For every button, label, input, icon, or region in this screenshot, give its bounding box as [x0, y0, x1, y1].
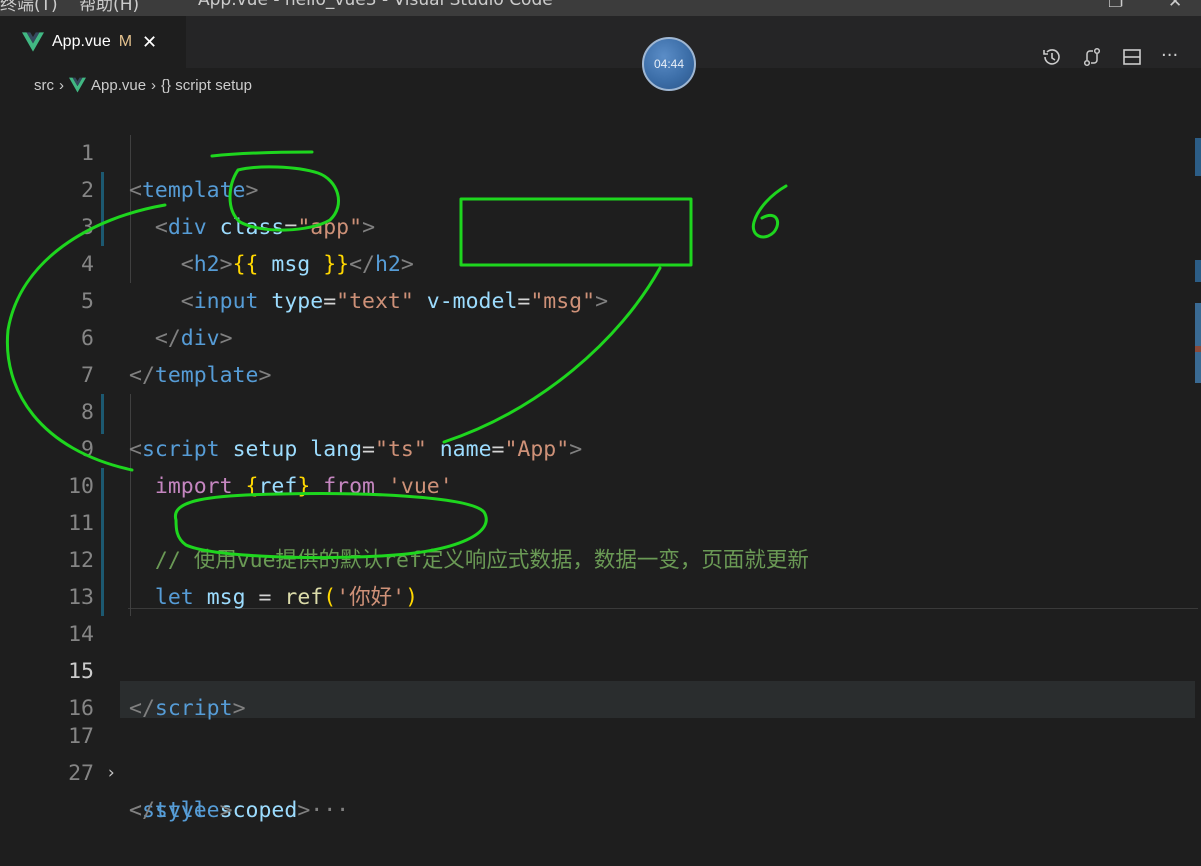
- chevron-right-icon: ›: [151, 76, 157, 94]
- vue-file-icon: [69, 77, 86, 93]
- menu-bar: 终端(T) 帮助(H): [0, 0, 155, 15]
- title-bar: 终端(T) 帮助(H) App.vue - hello_vue3 - Visua…: [0, 0, 1201, 16]
- scroll-marker: [1195, 346, 1201, 352]
- tab-app-vue[interactable]: App.vue M ✕: [0, 16, 186, 68]
- code-line[interactable]: 7: [0, 320, 1190, 388]
- chevron-right-icon[interactable]: ›: [106, 755, 116, 792]
- code-line[interactable]: 2 <div class="app">: [0, 135, 1190, 240]
- code-editor[interactable]: 1 <template> 2 <div class="app"> 3 <h2>{…: [0, 98, 1201, 823]
- code-line[interactable]: 27 </style>: [0, 718, 1190, 823]
- code-line[interactable]: 6 </template>: [0, 283, 1190, 388]
- tab-label: App.vue: [52, 33, 111, 50]
- code-line[interactable]: 14: [0, 579, 1190, 647]
- code-line-active[interactable]: 15 </script>: [0, 616, 1190, 721]
- code-line-folded[interactable]: 17 › <style scoped>···: [0, 681, 1190, 823]
- breadcrumb-symbol[interactable]: {} script setup: [161, 77, 252, 94]
- code-line[interactable]: 8 <script setup lang="ts" name="App">: [0, 357, 1190, 462]
- tab-bar: App.vue M ✕ ···: [0, 16, 1201, 68]
- line-number: 27: [68, 761, 94, 786]
- split-editor-icon[interactable]: [1121, 46, 1143, 68]
- code-line[interactable]: 4 <input type="text" v-model="msg">: [0, 209, 1190, 314]
- breadcrumb-file[interactable]: App.vue: [91, 77, 146, 94]
- chevron-right-icon: ›: [59, 76, 64, 94]
- code-line[interactable]: 1 <template>: [0, 98, 1190, 203]
- menu-help[interactable]: 帮助(H): [79, 0, 139, 15]
- modified-indicator: M: [118, 33, 133, 50]
- restore-window-icon[interactable]: ❐: [1108, 0, 1123, 12]
- code-line[interactable]: 13: [0, 542, 1190, 610]
- code-line[interactable]: 11 // 使用vue提供的默认ref定义响应式数据，数据一变，页面就更新: [0, 468, 1190, 573]
- scroll-marker: [1195, 303, 1201, 383]
- breadcrumb: src › App.vue › {} script setup: [34, 75, 252, 95]
- vue-file-icon: [22, 32, 44, 52]
- close-tab-icon[interactable]: ✕: [142, 32, 157, 53]
- code-line[interactable]: 5 </div>: [0, 246, 1190, 351]
- code-line[interactable]: 3 <h2>{{ msg }}</h2>: [0, 172, 1190, 277]
- window-title: App.vue - hello_vue3 - Visual Studio Cod…: [198, 0, 553, 10]
- scroll-marker: [1195, 138, 1201, 176]
- close-window-icon[interactable]: ✕: [1168, 0, 1182, 12]
- menu-terminal[interactable]: 终端(T): [0, 0, 58, 15]
- code-line[interactable]: 9 import {ref} from 'vue': [0, 394, 1190, 499]
- timeline-icon[interactable]: [1041, 46, 1063, 68]
- editor-actions: ···: [1041, 46, 1183, 68]
- breadcrumb-src[interactable]: src: [34, 77, 54, 94]
- code-line[interactable]: 10: [0, 431, 1190, 499]
- folded-ellipsis[interactable]: ···: [310, 798, 349, 823]
- open-changes-icon[interactable]: [1081, 46, 1103, 68]
- overview-ruler[interactable]: [1193, 98, 1201, 458]
- recording-timer: 04:44: [642, 37, 696, 91]
- more-actions-icon[interactable]: ···: [1161, 46, 1183, 68]
- code-line[interactable]: 12 let msg = ref('你好'): [0, 505, 1190, 610]
- scroll-marker: [1195, 260, 1201, 282]
